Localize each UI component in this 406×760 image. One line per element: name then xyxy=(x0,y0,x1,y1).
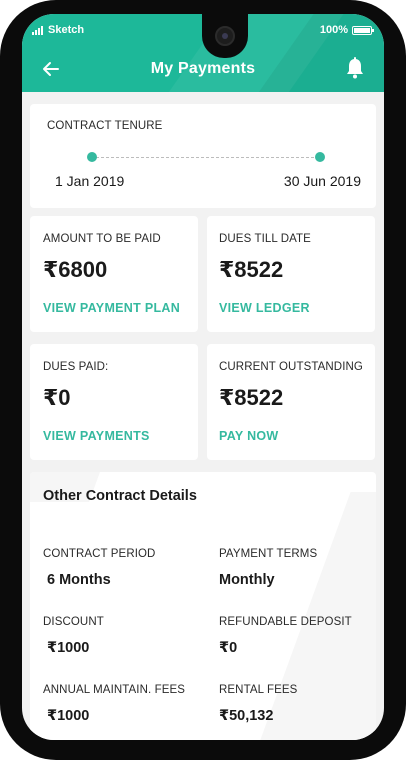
dues-paid-card: DUES PAID: ₹0 VIEW PAYMENTS xyxy=(30,344,198,460)
detail-value: 6 Months xyxy=(47,572,111,588)
card-label: AMOUNT TO BE PAID xyxy=(43,233,161,245)
timeline-start-dot xyxy=(87,152,97,162)
tenure-start-date: 1 Jan 2019 xyxy=(55,173,125,189)
view-ledger-link[interactable]: VIEW LEDGER xyxy=(219,301,310,315)
detail-label: ANNUAL MAINTAIN. FEES xyxy=(43,684,186,696)
card-label: DUES TILL DATE xyxy=(219,233,311,245)
detail-label: RENTAL FEES xyxy=(219,684,298,696)
detail-value: ₹50,132 xyxy=(219,708,274,724)
notifications-button[interactable] xyxy=(344,56,366,80)
current-outstanding-card: CURRENT OUTSTANDING ₹8522 PAY NOW xyxy=(207,344,375,460)
side-button-left xyxy=(0,156,4,216)
dues-till-date-card: DUES TILL DATE ₹8522 VIEW LEDGER xyxy=(207,216,375,332)
bell-icon xyxy=(347,57,363,79)
phone-frame: Sketch 100% My Payments CONTRACT TENURE xyxy=(0,0,406,760)
battery-percentage: 100% xyxy=(319,24,348,36)
contract-tenure-card: CONTRACT TENURE 1 Jan 2019 30 Jun 2019 xyxy=(30,104,376,208)
signal-icon xyxy=(32,26,43,35)
tenure-label: CONTRACT TENURE xyxy=(47,120,163,132)
carrier-name: Sketch xyxy=(48,24,85,36)
tenure-end-date: 30 Jun 2019 xyxy=(283,173,361,189)
detail-label: REFUNDABLE DEPOSIT xyxy=(219,616,352,628)
card-amount: ₹0 xyxy=(43,385,71,410)
card-amount: ₹8522 xyxy=(219,385,284,410)
page-title: My Payments xyxy=(150,60,256,77)
detail-value: Monthly xyxy=(219,572,275,588)
card-label: DUES PAID: xyxy=(43,361,109,373)
details-title: Other Contract Details xyxy=(43,488,197,504)
pay-now-link[interactable]: PAY NOW xyxy=(219,429,279,443)
other-contract-details-card: Other Contract Details CONTRACT PERIOD 6… xyxy=(30,472,376,740)
battery-icon xyxy=(352,26,374,35)
tenure-timeline xyxy=(91,157,319,158)
card-amount: ₹8522 xyxy=(219,257,284,282)
detail-label: PAYMENT TERMS xyxy=(219,548,318,560)
detail-value: ₹1000 xyxy=(47,640,90,656)
detail-value: ₹1000 xyxy=(47,708,90,724)
card-label: CURRENT OUTSTANDING xyxy=(219,361,363,373)
view-payment-plan-link[interactable]: VIEW PAYMENT PLAN xyxy=(43,301,180,315)
side-button-right xyxy=(402,156,406,216)
detail-value: ₹0 xyxy=(219,640,238,656)
screen: Sketch 100% My Payments CONTRACT TENURE xyxy=(22,14,384,740)
view-payments-link[interactable]: VIEW PAYMENTS xyxy=(43,429,150,443)
card-amount: ₹6800 xyxy=(43,257,108,282)
timeline-end-dot xyxy=(315,152,325,162)
detail-label: CONTRACT PERIOD xyxy=(43,548,156,560)
detail-label: DISCOUNT xyxy=(43,616,104,628)
amount-to-be-paid-card: AMOUNT TO BE PAID ₹6800 VIEW PAYMENT PLA… xyxy=(30,216,198,332)
camera-icon xyxy=(215,26,235,46)
notch xyxy=(202,14,248,58)
